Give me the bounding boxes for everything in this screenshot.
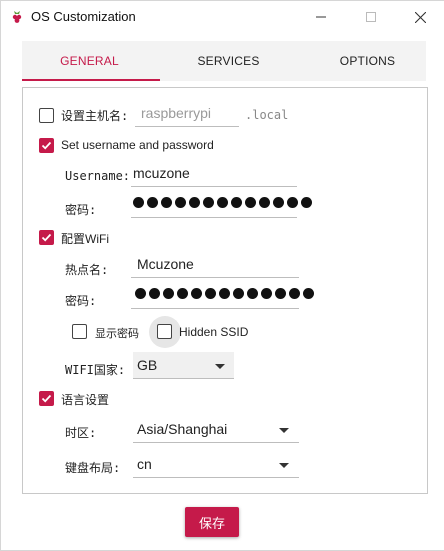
password-dot bbox=[191, 288, 202, 299]
password-dot bbox=[189, 197, 200, 208]
save-button[interactable]: 保存 bbox=[185, 507, 239, 537]
ssid-input[interactable]: Mcuzone bbox=[131, 253, 299, 278]
password-dots bbox=[133, 197, 312, 208]
username-label: Username: bbox=[65, 169, 131, 183]
hostname-suffix: .local bbox=[245, 108, 289, 122]
show-password-label: 显示密码 bbox=[95, 327, 139, 340]
show-password-checkbox[interactable] bbox=[72, 324, 87, 339]
user-credentials-label: Set username and password bbox=[61, 138, 214, 152]
checkmark-icon bbox=[41, 141, 52, 150]
password-dot bbox=[219, 288, 230, 299]
raspberry-pi-icon bbox=[12, 11, 22, 23]
wifi-checkbox[interactable] bbox=[39, 230, 54, 245]
password-dot bbox=[247, 288, 258, 299]
tab-general[interactable]: GENERAL bbox=[22, 41, 160, 81]
password-dot bbox=[161, 197, 172, 208]
general-settings-panel: 设置主机名: raspberrypi .local Set username a… bbox=[22, 87, 428, 494]
password-dot bbox=[261, 288, 272, 299]
password-dot bbox=[233, 288, 244, 299]
window-title: OS Customization bbox=[31, 9, 136, 24]
active-tab-indicator bbox=[22, 79, 160, 81]
password-dot bbox=[275, 288, 286, 299]
keyboard-layout-label: 键盘布局: bbox=[65, 461, 121, 475]
minimize-icon bbox=[316, 16, 326, 18]
password-dots bbox=[135, 288, 314, 299]
checkmark-icon bbox=[41, 233, 52, 242]
password-dot bbox=[149, 288, 160, 299]
password-dot bbox=[133, 197, 144, 208]
user-password-label: 密码: bbox=[65, 203, 97, 217]
locale-checkbox[interactable] bbox=[39, 391, 54, 406]
timezone-label: 时区: bbox=[65, 426, 97, 440]
tab-label: GENERAL bbox=[60, 54, 119, 68]
close-button[interactable] bbox=[397, 1, 443, 33]
tab-label: SERVICES bbox=[197, 54, 260, 68]
checkmark-icon bbox=[41, 394, 52, 403]
password-dot bbox=[287, 197, 298, 208]
timezone-select[interactable]: Asia/Shanghai bbox=[133, 416, 299, 443]
password-dot bbox=[289, 288, 300, 299]
ssid-label: 热点名: bbox=[65, 263, 109, 277]
password-dot bbox=[217, 197, 228, 208]
wifi-password-input[interactable] bbox=[131, 284, 314, 309]
user-password-input[interactable] bbox=[131, 193, 312, 218]
password-dot bbox=[273, 197, 284, 208]
hidden-ssid-checkbox[interactable] bbox=[157, 324, 172, 339]
wifi-country-select[interactable]: GB bbox=[133, 352, 234, 379]
password-dot bbox=[245, 197, 256, 208]
hidden-ssid-label: Hidden SSID bbox=[179, 325, 249, 339]
hostname-checkbox[interactable] bbox=[39, 108, 54, 123]
password-dot bbox=[303, 288, 314, 299]
wifi-password-label: 密码: bbox=[65, 294, 97, 308]
chevron-down-icon bbox=[279, 463, 289, 468]
wifi-label: 配置WiFi bbox=[61, 232, 109, 246]
tab-label: OPTIONS bbox=[339, 54, 396, 68]
password-dot bbox=[203, 197, 214, 208]
tab-bar: GENERAL SERVICES OPTIONS bbox=[22, 41, 426, 81]
password-dot bbox=[175, 197, 186, 208]
locale-label: 语言设置 bbox=[61, 393, 110, 407]
password-dot bbox=[301, 197, 312, 208]
password-dot bbox=[259, 197, 270, 208]
password-dot bbox=[205, 288, 216, 299]
user-credentials-checkbox[interactable] bbox=[39, 138, 54, 153]
chevron-down-icon bbox=[279, 428, 289, 433]
close-icon bbox=[414, 11, 426, 23]
password-dot bbox=[163, 288, 174, 299]
hostname-input[interactable]: raspberrypi bbox=[135, 102, 239, 127]
chevron-down-icon bbox=[215, 364, 225, 369]
password-dot bbox=[147, 197, 158, 208]
title-bar: OS Customization bbox=[1, 1, 444, 33]
maximize-icon bbox=[366, 12, 376, 22]
keyboard-layout-select[interactable]: cn bbox=[133, 451, 299, 478]
tab-options[interactable]: OPTIONS bbox=[300, 41, 435, 81]
minimize-button[interactable] bbox=[298, 1, 344, 33]
hostname-label: 设置主机名: bbox=[61, 109, 129, 123]
wifi-country-label: WIFI国家: bbox=[65, 363, 126, 377]
os-customization-dialog: OS Customization GENERAL SERVICES OPTION… bbox=[0, 0, 444, 551]
save-button-label: 保存 bbox=[198, 515, 225, 531]
password-dot bbox=[231, 197, 242, 208]
password-dot bbox=[177, 288, 188, 299]
password-dot bbox=[135, 288, 146, 299]
maximize-button[interactable] bbox=[348, 1, 394, 33]
tab-services[interactable]: SERVICES bbox=[161, 41, 296, 81]
username-input[interactable]: mcuzone bbox=[131, 162, 297, 187]
